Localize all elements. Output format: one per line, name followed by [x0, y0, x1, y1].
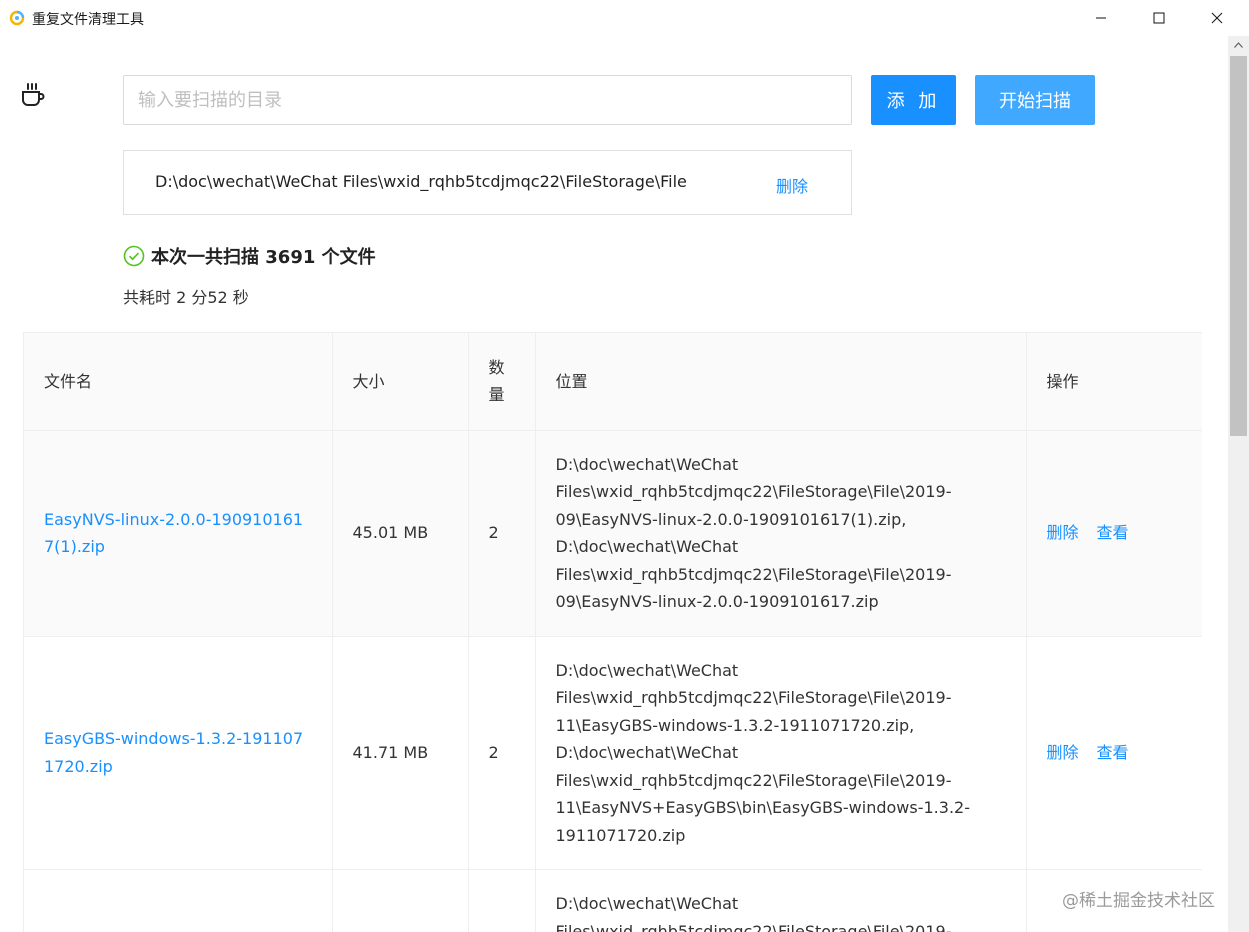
scan-count-text: 本次一共扫描 3691 个文件: [151, 247, 376, 268]
file-location: D:\doc\wechat\WeChat Files\wxid_rqhb5tcd…: [535, 869, 1027, 932]
window-title: 重复文件清理工具: [32, 12, 144, 28]
scroll-thumb[interactable]: [1230, 56, 1247, 436]
file-size: [332, 869, 469, 932]
title-bar: 重复文件清理工具: [0, 0, 1249, 36]
chevron-up-icon: [1234, 42, 1243, 48]
header-location: 位置: [535, 333, 1027, 431]
file-count: 2: [468, 430, 536, 637]
table-row: D:\doc\wechat\WeChat Files\wxid_rqhb5tcd…: [24, 869, 1202, 932]
delete-link[interactable]: 删除: [1047, 523, 1079, 542]
header-count: 数量: [468, 333, 536, 431]
file-name-link[interactable]: EasyGBS-windows-1.3.2-1911071720.zip: [24, 636, 333, 870]
file-count: [468, 869, 536, 932]
maximize-icon: [1153, 12, 1165, 24]
directory-delete-link[interactable]: 删除: [776, 173, 808, 197]
start-scan-button[interactable]: 开始扫描: [975, 75, 1095, 125]
scroll-up-button[interactable]: [1228, 36, 1249, 54]
scan-summary: 本次一共扫描 3691 个文件: [123, 243, 376, 269]
delete-link[interactable]: 删除: [1047, 743, 1079, 762]
maximize-button[interactable]: [1130, 0, 1188, 36]
minimize-button[interactable]: [1072, 0, 1130, 36]
minimize-icon: [1096, 17, 1106, 19]
app-logo-icon: [9, 10, 25, 26]
header-size: 大小: [332, 333, 469, 431]
close-button[interactable]: [1188, 0, 1246, 36]
file-size: 41.71 MB: [332, 636, 469, 870]
results-table: 文件名 大小 数量 位置 操作 EasyNVS-linux-2.0.0-1909…: [24, 333, 1202, 932]
table-row: EasyNVS-linux-2.0.0-1909101617(1).zip 45…: [24, 430, 1202, 637]
coffee-cup-icon: [22, 83, 45, 106]
file-location: D:\doc\wechat\WeChat Files\wxid_rqhb5tcd…: [535, 430, 1027, 637]
close-icon: [1211, 12, 1223, 24]
file-location: D:\doc\wechat\WeChat Files\wxid_rqhb5tcd…: [535, 636, 1027, 870]
table-header-row: 文件名 大小 数量 位置 操作: [24, 333, 1202, 431]
directory-input[interactable]: [123, 75, 852, 125]
row-actions: 删除 查看: [1026, 636, 1202, 870]
directory-list: D:\doc\wechat\WeChat Files\wxid_rqhb5tcd…: [123, 150, 852, 215]
file-name-link[interactable]: EasyNVS-linux-2.0.0-1909101617(1).zip: [24, 430, 333, 637]
table-row: EasyGBS-windows-1.3.2-1911071720.zip 41.…: [24, 636, 1202, 870]
watermark: @稀土掘金技术社区: [1062, 891, 1215, 911]
results-table-container: 文件名 大小 数量 位置 操作 EasyNVS-linux-2.0.0-1909…: [23, 332, 1202, 932]
row-actions: 删除 查看: [1026, 430, 1202, 637]
file-size: 45.01 MB: [332, 430, 469, 637]
directory-path: D:\doc\wechat\WeChat Files\wxid_rqhb5tcd…: [155, 172, 687, 191]
elapsed-time: 共耗时 2 分52 秒: [123, 288, 249, 307]
file-count: 2: [468, 636, 536, 870]
view-link[interactable]: 查看: [1097, 743, 1129, 762]
header-name: 文件名: [24, 333, 333, 431]
vertical-scrollbar[interactable]: [1228, 36, 1249, 932]
add-button[interactable]: 添 加: [871, 75, 956, 125]
header-actions: 操作: [1026, 333, 1202, 431]
file-name-link[interactable]: [24, 869, 333, 932]
check-circle-icon: [123, 245, 145, 267]
view-link[interactable]: 查看: [1097, 523, 1129, 542]
